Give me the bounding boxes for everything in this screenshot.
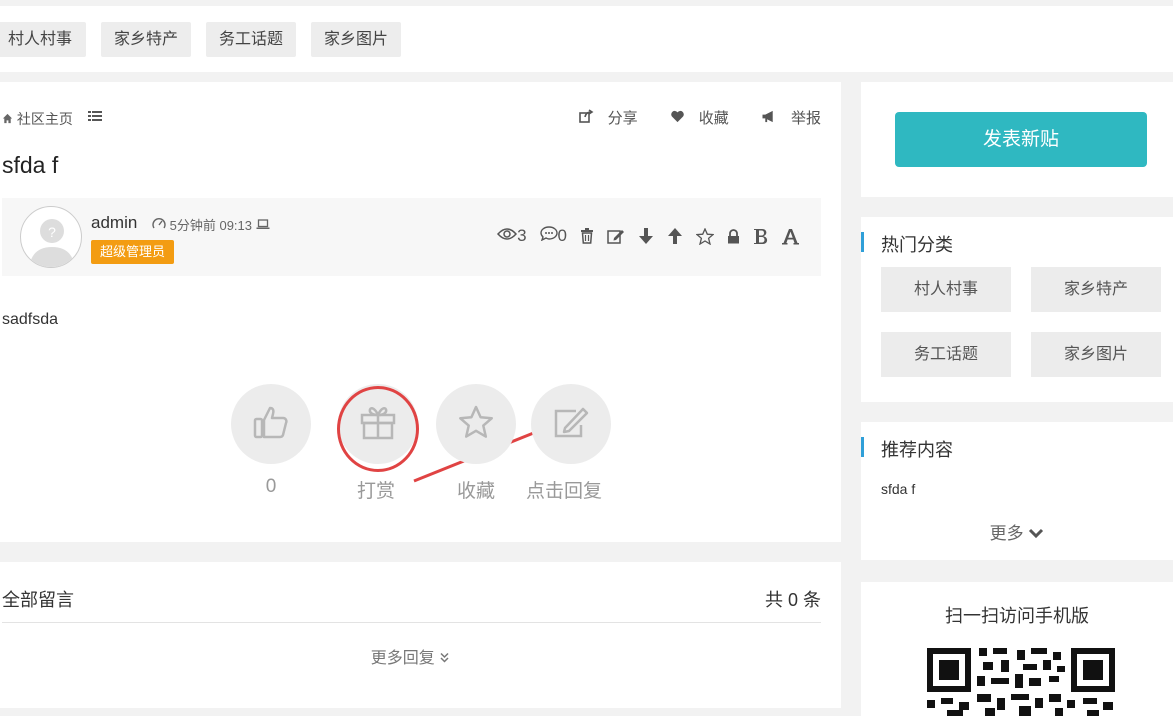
arrow-down-icon[interactable]	[638, 227, 654, 245]
category-tab[interactable]: 务工话题	[206, 22, 296, 57]
category-tab[interactable]: 村人村事	[0, 22, 86, 57]
share-action[interactable]: 分享	[565, 109, 638, 127]
qr-code	[927, 648, 1117, 716]
category-tab[interactable]: 家乡图片	[311, 22, 401, 57]
role-badge: 超级管理员	[91, 240, 175, 264]
favorite-button[interactable]	[436, 384, 516, 464]
reply-button[interactable]	[531, 384, 611, 464]
heart-icon	[670, 110, 685, 127]
like-count: 0	[265, 476, 277, 497]
bold-icon[interactable]	[753, 228, 769, 245]
megaphone-icon	[761, 110, 777, 127]
qr-title: 扫一扫访问手机版	[945, 606, 1089, 626]
views-stat: 3	[497, 226, 527, 246]
comments-title: 全部留言	[2, 590, 74, 610]
hot-categories-panel: 热门分类 村人村事 家乡特产 务工话题 家乡图片	[861, 217, 1173, 402]
reply-label[interactable]: 点击回复	[516, 476, 612, 503]
comment-icon	[539, 226, 558, 246]
svg-text:?: ?	[48, 224, 56, 240]
new-post-button[interactable]: 发表新贴	[895, 112, 1147, 167]
more-link[interactable]: 更多	[861, 519, 1173, 544]
favorite-label: 收藏	[456, 481, 495, 502]
hot-category-item[interactable]: 家乡特产	[1031, 267, 1161, 312]
annotation-circle	[337, 386, 419, 472]
double-chevron-down-icon	[439, 650, 450, 667]
post-panel: 社区主页 分享 收藏 举报 sfda f ? admin 5分钟前 09:13 …	[0, 82, 841, 542]
hot-category-item[interactable]: 务工话题	[881, 332, 1011, 377]
recommended-title: 推荐内容	[881, 440, 953, 460]
post-tools: 3 0	[484, 226, 799, 246]
edit-icon[interactable]	[607, 228, 625, 244]
hot-category-item[interactable]: 家乡图片	[1031, 332, 1161, 377]
comments-stat: 0	[539, 226, 567, 246]
recommended-panel: 推荐内容 sfda f 更多	[861, 422, 1173, 560]
qr-panel: 扫一扫访问手机版	[861, 582, 1173, 716]
favorite-action[interactable]: 收藏	[656, 110, 729, 127]
eye-icon	[497, 226, 518, 246]
tip-label: 打赏	[356, 481, 395, 502]
post-title: sfda f	[2, 152, 59, 178]
more-replies-link[interactable]: 更多回复	[0, 644, 821, 668]
author-box: ? admin 5分钟前 09:13 超级管理员 3 0	[2, 198, 821, 276]
category-tab[interactable]: 家乡特产	[101, 22, 191, 57]
section-marker	[861, 437, 864, 457]
author-name[interactable]: admin	[91, 213, 137, 233]
edit-icon	[552, 405, 590, 444]
text-color-icon[interactable]	[782, 228, 799, 245]
breadcrumb: 社区主页	[2, 109, 102, 129]
breadcrumb-home[interactable]: 社区主页	[17, 111, 73, 127]
hot-category-item[interactable]: 村人村事	[881, 267, 1011, 312]
post-actions: 分享 收藏 举报	[551, 107, 821, 128]
list-icon[interactable]	[88, 109, 102, 125]
delete-icon[interactable]	[580, 228, 594, 244]
chevron-down-icon	[1028, 524, 1044, 543]
home-icon	[2, 111, 17, 127]
gauge-icon	[152, 218, 166, 233]
lock-icon[interactable]	[727, 228, 740, 244]
post-button-panel: 发表新贴	[861, 82, 1173, 197]
section-marker	[861, 232, 864, 252]
share-icon	[578, 109, 594, 127]
category-nav: 村人村事 家乡特产 务工话题 家乡图片	[0, 6, 1173, 72]
laptop-icon	[256, 218, 270, 233]
post-time: 5分钟前 09:13	[152, 215, 270, 234]
thumbs-up-icon	[253, 404, 289, 445]
star-outline-icon[interactable]	[696, 227, 714, 245]
comments-count: 共 0 条	[764, 590, 821, 610]
avatar[interactable]: ?	[20, 206, 82, 268]
divider	[2, 622, 821, 623]
post-body: sadfsda	[2, 311, 59, 328]
comments-panel: 全部留言 共 0 条 更多回复	[0, 562, 841, 708]
star-icon	[458, 405, 494, 444]
arrow-up-icon[interactable]	[667, 227, 683, 245]
like-button[interactable]	[231, 384, 311, 464]
report-action[interactable]: 举报	[747, 110, 821, 127]
recommended-item[interactable]: sfda f	[881, 481, 915, 497]
hot-categories-title: 热门分类	[881, 235, 953, 255]
